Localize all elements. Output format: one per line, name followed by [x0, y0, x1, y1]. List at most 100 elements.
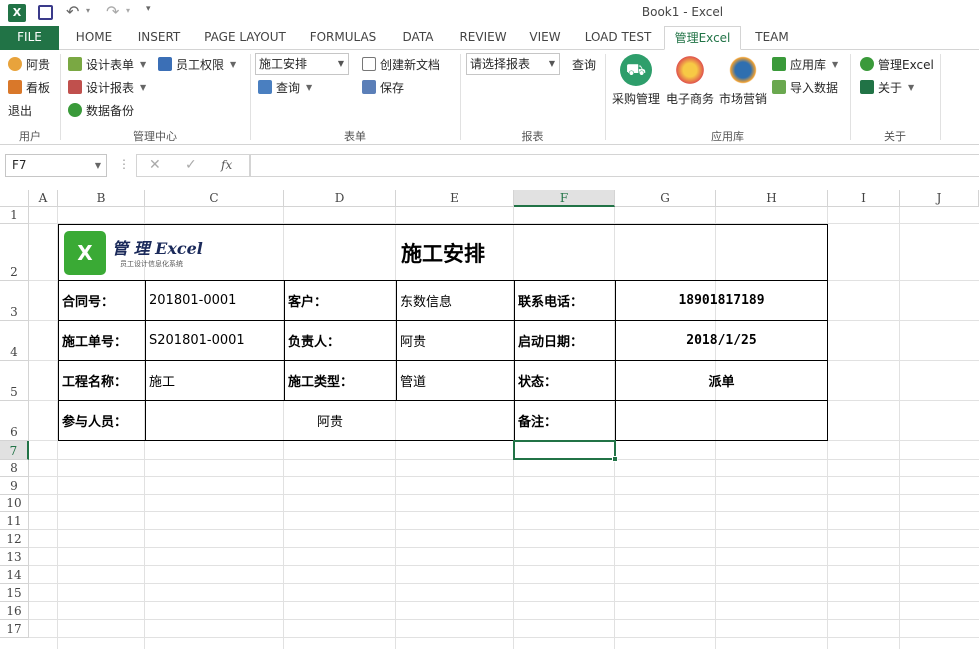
row-header-1[interactable]: 1	[0, 207, 29, 224]
name-box[interactable]: F7 ▼	[5, 154, 107, 177]
about-button[interactable]: 关于 ▼	[860, 77, 914, 97]
column-header-f[interactable]: F	[514, 190, 615, 207]
row-header-2[interactable]: 2	[0, 224, 29, 281]
tab-load-test[interactable]: LOAD TEST	[578, 26, 658, 50]
link-icon	[860, 57, 874, 71]
kanban-button[interactable]: 看板	[8, 77, 50, 97]
owner-value[interactable]: 阿贵	[396, 320, 515, 361]
column-header-g[interactable]: G	[615, 190, 716, 207]
formula-bar: F7 ▼ ⋮ ✕ ✓ fx	[0, 145, 979, 190]
tab-file[interactable]: FILE	[0, 26, 59, 50]
column-header-a[interactable]: A	[29, 190, 58, 207]
owner-label: 负责人：	[284, 320, 397, 361]
purchase-button[interactable]: ⛟ 采购管理	[611, 54, 661, 107]
start-date-value[interactable]: 2018/1/25	[615, 320, 828, 361]
formula-input[interactable]	[250, 154, 979, 177]
chevron-down-icon: ▼	[306, 82, 313, 92]
row-header-7[interactable]: 7	[0, 441, 29, 460]
save-icon[interactable]	[38, 5, 53, 20]
column-header-i[interactable]: I	[828, 190, 900, 207]
worksheet[interactable]: ABCDEFGHIJ 1 2 3 4 5 6 7 8 9 10 11 12 13 14 15 16 17 X 管…	[0, 190, 979, 649]
tab-review[interactable]: REVIEW	[452, 26, 514, 50]
customize-qat-icon[interactable]: ▾	[146, 4, 151, 14]
tab-insert[interactable]: INSERT	[130, 26, 188, 50]
phone-value[interactable]: 18901817189	[615, 280, 828, 321]
user-button[interactable]: 阿贵	[8, 54, 50, 74]
manage-excel-button[interactable]: 管理Excel	[860, 54, 934, 74]
type-value[interactable]: 管道	[396, 360, 515, 401]
grid-line	[29, 459, 979, 460]
marketing-button[interactable]: 市场营销	[717, 54, 769, 107]
tab-home[interactable]: HOME	[64, 26, 124, 50]
ecommerce-button[interactable]: 电子商务	[664, 54, 716, 107]
logout-button[interactable]: 退出	[8, 100, 32, 120]
fill-handle[interactable]	[612, 456, 618, 462]
column-header-c[interactable]: C	[145, 190, 284, 207]
create-doc-button[interactable]: 创建新文档	[362, 54, 440, 74]
chevron-down-icon[interactable]: ▼	[95, 155, 101, 176]
redo-icon[interactable]: ↷	[106, 2, 119, 21]
active-cell[interactable]	[513, 440, 616, 460]
group-label-manage: 管理中心	[133, 130, 177, 143]
row-header-11[interactable]: 11	[0, 512, 29, 530]
save-form-button[interactable]: 保存	[362, 77, 404, 97]
form-query-button[interactable]: 查询 ▼	[258, 77, 312, 97]
report-select[interactable]: 请选择报表 ▼	[466, 53, 560, 75]
cancel-icon[interactable]: ✕	[149, 157, 161, 173]
row-header-3[interactable]: 3	[0, 281, 29, 321]
row-header-9[interactable]: 9	[0, 477, 29, 495]
design-report-button[interactable]: 设计报表 ▼	[68, 77, 146, 97]
excel-logo-icon: X	[64, 231, 106, 275]
user-icon	[8, 57, 22, 71]
app-store-button[interactable]: 应用库 ▼	[772, 54, 838, 74]
column-header-e[interactable]: E	[396, 190, 514, 207]
row-header-15[interactable]: 15	[0, 584, 29, 602]
excel-logo-icon: X	[8, 4, 26, 22]
design-form-button[interactable]: 设计表单 ▼	[68, 54, 146, 74]
row-header-14[interactable]: 14	[0, 566, 29, 584]
row-header-8[interactable]: 8	[0, 460, 29, 477]
select-all-corner[interactable]	[0, 190, 29, 207]
grid-line	[29, 529, 979, 530]
ribbon: 阿贵 看板 退出 用户 设计表单 ▼ 员工权限 ▼ 设计报表 ▼ 数据备份 管理中心 …	[0, 50, 979, 145]
undo-dropdown-icon[interactable]: ▾	[86, 6, 90, 15]
row-header-16[interactable]: 16	[0, 602, 29, 620]
formula-buttons: ✕ ✓ fx	[136, 154, 250, 177]
import-data-button[interactable]: 导入数据	[772, 77, 838, 97]
row-header-17[interactable]: 17	[0, 620, 29, 638]
row-header-4[interactable]: 4	[0, 321, 29, 361]
redo-dropdown-icon[interactable]: ▾	[126, 6, 130, 15]
work-no-value[interactable]: S201801-0001	[145, 320, 285, 361]
form-select[interactable]: 施工安排 ▼	[255, 53, 349, 75]
customer-value[interactable]: 东数信息	[396, 280, 515, 321]
row-header-6[interactable]: 6	[0, 401, 29, 441]
staff-permission-button[interactable]: 员工权限 ▼	[158, 54, 236, 74]
contract-no-value[interactable]: 201801-0001	[145, 280, 285, 321]
column-header-j[interactable]: J	[900, 190, 979, 207]
report-query-button[interactable]: 查询	[572, 54, 596, 74]
tab-formulas[interactable]: FORMULAS	[302, 26, 384, 50]
row-header-12[interactable]: 12	[0, 530, 29, 548]
data-backup-button[interactable]: 数据备份	[68, 100, 134, 120]
phone-label: 联系电话：	[514, 280, 616, 321]
column-header-b[interactable]: B	[58, 190, 145, 207]
data-backup-icon	[68, 103, 82, 117]
status-value[interactable]: 派单	[615, 360, 828, 401]
tab-manage-excel[interactable]: 管理Excel	[664, 26, 741, 50]
import-data-icon	[772, 80, 786, 94]
tab-team[interactable]: TEAM	[748, 26, 796, 50]
tab-view[interactable]: VIEW	[522, 26, 568, 50]
tab-page-layout[interactable]: PAGE LAYOUT	[196, 26, 294, 50]
remark-value[interactable]	[615, 400, 828, 441]
undo-icon[interactable]: ↶	[66, 2, 79, 21]
row-header-5[interactable]: 5	[0, 361, 29, 401]
row-header-13[interactable]: 13	[0, 548, 29, 566]
project-value[interactable]: 施工	[145, 360, 285, 401]
members-value[interactable]: 阿贵	[145, 400, 515, 441]
insert-function-icon[interactable]: fx	[221, 158, 232, 172]
row-header-10[interactable]: 10	[0, 495, 29, 512]
enter-icon[interactable]: ✓	[185, 157, 197, 173]
tab-data[interactable]: DATA	[394, 26, 442, 50]
column-header-d[interactable]: D	[284, 190, 396, 207]
column-header-h[interactable]: H	[716, 190, 828, 207]
